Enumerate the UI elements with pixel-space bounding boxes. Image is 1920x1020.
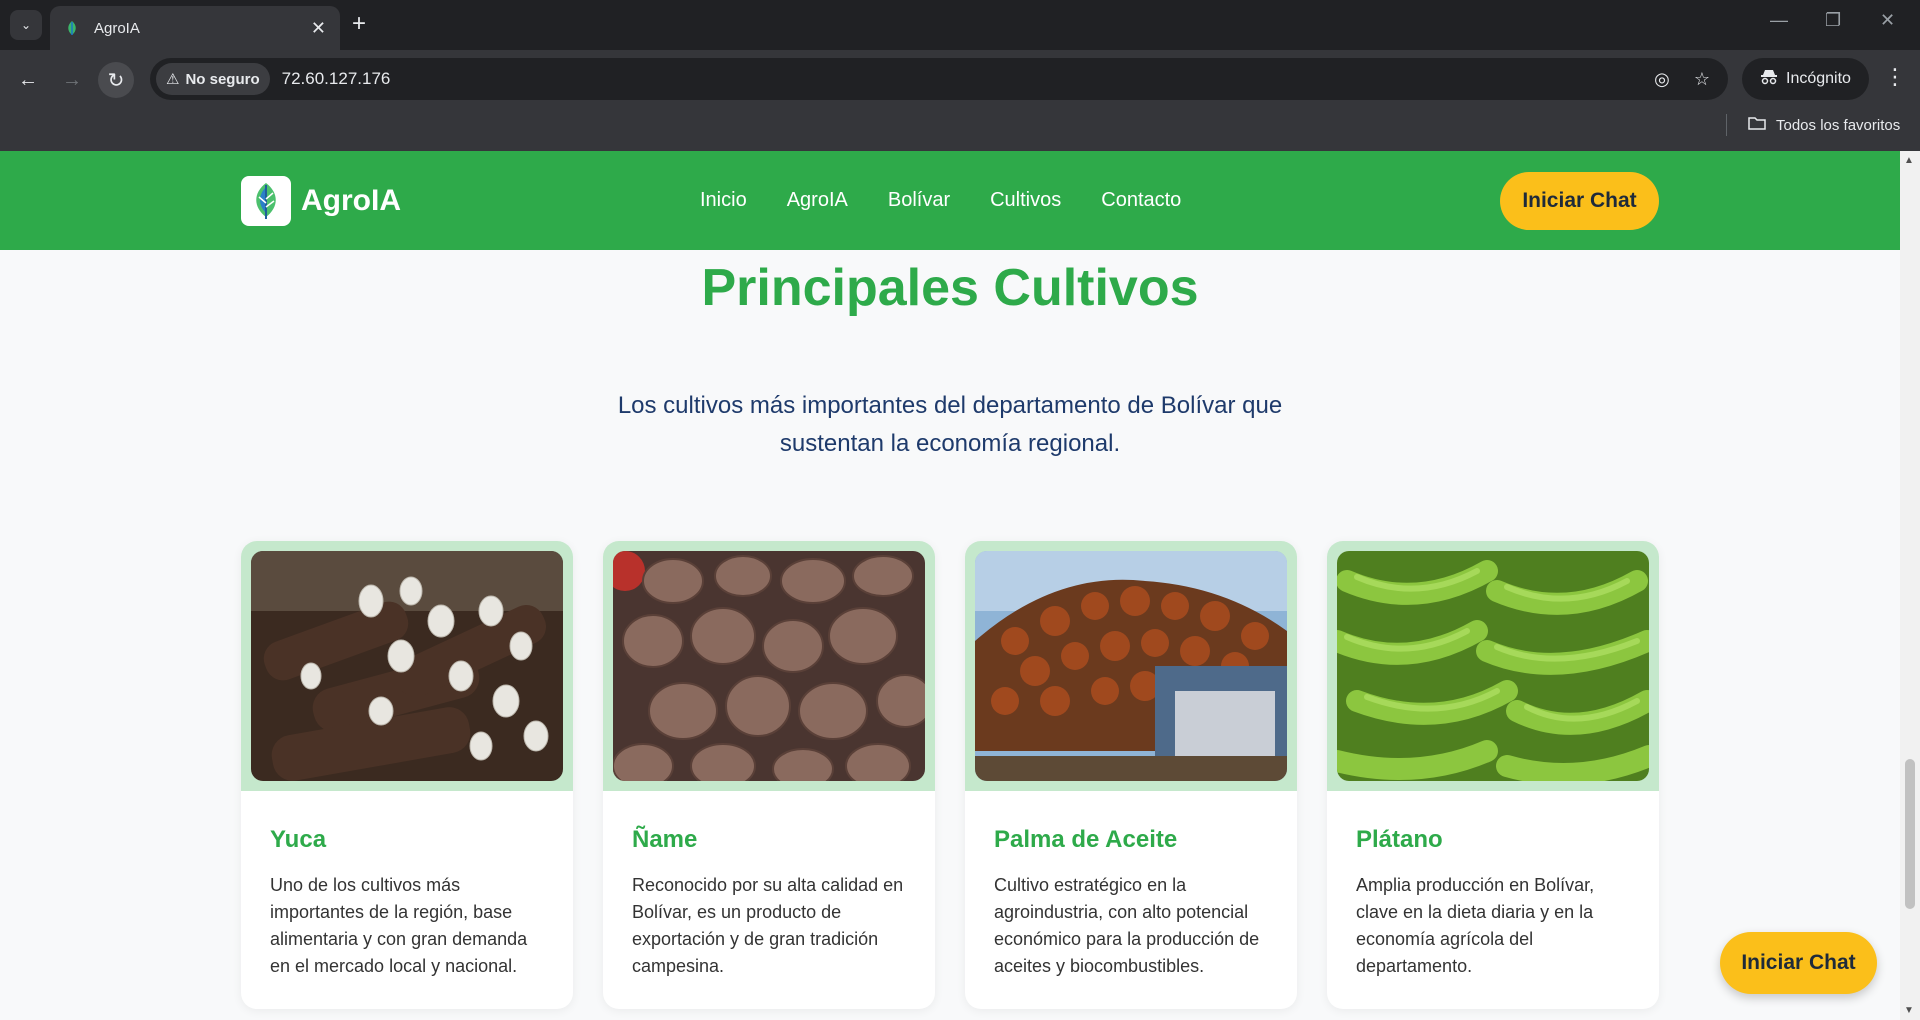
- security-chip[interactable]: ⚠ No seguro: [156, 63, 270, 95]
- leaf-logo-icon: [241, 176, 291, 226]
- section-title: Principales Cultivos: [701, 259, 1199, 317]
- window-close-icon[interactable]: ✕: [1880, 10, 1895, 31]
- nav-link-cultivos[interactable]: Cultivos: [990, 189, 1061, 212]
- incognito-button[interactable]: Incógnito: [1742, 58, 1869, 100]
- new-tab-icon[interactable]: +: [352, 10, 366, 38]
- nav-link-inicio[interactable]: Inicio: [700, 189, 747, 212]
- reload-icon[interactable]: ↻: [98, 62, 134, 98]
- tab-search-button[interactable]: ⌄: [10, 10, 42, 40]
- card-title: Plátano: [1356, 826, 1443, 853]
- crop-card-yuca: Yuca Uno de los cultivos más importantes…: [241, 541, 573, 1009]
- leaf-favicon-icon: [64, 20, 80, 36]
- forward-icon[interactable]: →: [54, 62, 90, 98]
- chevron-down-icon: ⌄: [20, 18, 32, 32]
- scroll-up-icon[interactable]: ▲: [1904, 155, 1914, 166]
- security-label: No seguro: [185, 70, 260, 88]
- incognito-icon: [1760, 69, 1778, 90]
- crop-card-name: Ñame Reconocido por su alta calidad en B…: [603, 541, 935, 1009]
- card-description: Cultivo estratégico en la agroindustria,…: [994, 875, 1260, 976]
- warning-icon: ⚠: [166, 71, 180, 88]
- bookmarks-folder[interactable]: Todos los favoritos: [1748, 110, 1900, 140]
- tab-title: AgroIA: [94, 19, 140, 37]
- site-header: AgroIA Inicio AgroIA Bolívar Cultivos Co…: [0, 151, 1900, 250]
- close-icon[interactable]: ✕: [311, 18, 326, 39]
- card-title: Yuca: [270, 826, 327, 853]
- address-bar[interactable]: ⚠ No seguro 72.60.127.176 ◎ ☆: [150, 58, 1728, 100]
- incognito-label: Incógnito: [1786, 70, 1851, 87]
- crop-card-palma: Palma de Aceite Cultivo estratégico en l…: [965, 541, 1297, 1009]
- card-media: [241, 541, 573, 791]
- brand[interactable]: AgroIA: [241, 176, 401, 226]
- eye-off-icon[interactable]: ◎: [1654, 69, 1670, 90]
- browser-tab[interactable]: AgroIA ✕: [50, 6, 340, 50]
- back-icon[interactable]: ←: [10, 62, 46, 98]
- card-media: [1327, 541, 1659, 791]
- nav-link-contacto[interactable]: Contacto: [1101, 189, 1181, 212]
- card-title: Palma de Aceite: [994, 826, 1178, 853]
- crop-card-platano: Plátano Amplia producción en Bolívar, cl…: [1327, 541, 1659, 1009]
- url-text[interactable]: 72.60.127.176: [282, 69, 391, 89]
- bookmarks-divider: [1726, 114, 1727, 136]
- scroll-down-icon[interactable]: ▼: [1904, 1005, 1914, 1016]
- platano-image: [1337, 551, 1649, 781]
- brand-name: AgroIA: [301, 184, 401, 217]
- card-media: [965, 541, 1297, 791]
- card-description: Amplia producción en Bolívar, clave en l…: [1356, 875, 1595, 976]
- section-subtitle: Los cultivos más importantes del departa…: [617, 392, 1283, 457]
- scrollbar-thumb[interactable]: [1905, 759, 1915, 909]
- browser-tab-bar: ⌄ AgroIA ✕ + — ❐ ✕: [0, 0, 1920, 50]
- name-image: [613, 551, 925, 781]
- page-viewport: AgroIA Inicio AgroIA Bolívar Cultivos Co…: [0, 151, 1900, 1020]
- card-title: Ñame: [632, 826, 698, 853]
- nav-link-bolivar[interactable]: Bolívar: [888, 189, 950, 212]
- nav-link-agroia[interactable]: AgroIA: [787, 189, 848, 212]
- folder-icon: [1748, 116, 1766, 134]
- menu-icon[interactable]: ⋮: [1884, 64, 1906, 90]
- card-description: Uno de los cultivos más importantes de l…: [270, 875, 528, 976]
- palma-image: [975, 551, 1287, 781]
- card-description: Reconocido por su alta calidad en Bolíva…: [632, 875, 904, 976]
- page-scrollbar[interactable]: ▲ ▼: [1900, 151, 1920, 1020]
- restore-icon[interactable]: ❐: [1825, 10, 1841, 31]
- start-chat-button[interactable]: Iniciar Chat: [1500, 172, 1659, 230]
- main-nav: Inicio AgroIA Bolívar Cultivos Contacto: [700, 189, 1181, 212]
- card-media: [603, 541, 935, 791]
- yuca-image: [251, 551, 563, 781]
- minimize-icon[interactable]: —: [1770, 10, 1788, 31]
- star-icon[interactable]: ☆: [1694, 69, 1710, 90]
- bookmarks-label: Todos los favoritos: [1776, 116, 1901, 134]
- floating-start-chat-button[interactable]: Iniciar Chat: [1720, 932, 1877, 994]
